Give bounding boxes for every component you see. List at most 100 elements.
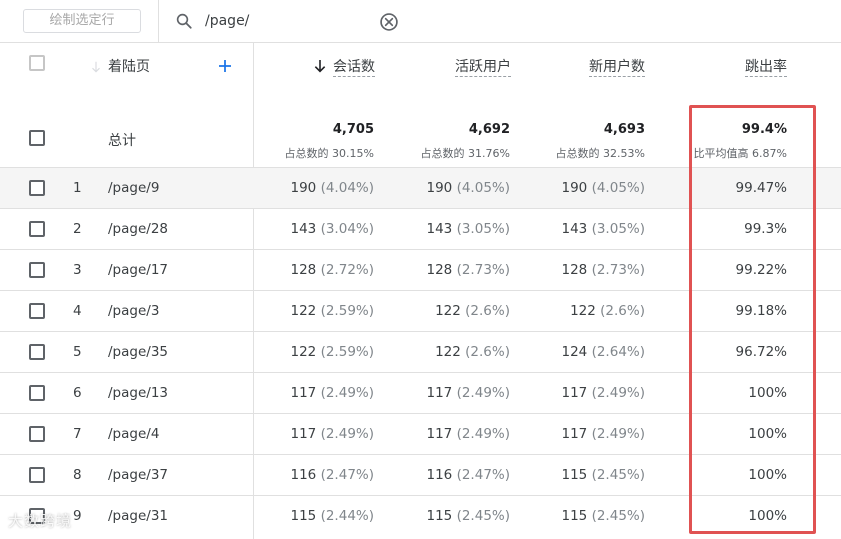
row-index: 2 [73,221,82,237]
row-page[interactable]: /page/4 [108,426,159,442]
new-pct: (4.05%) [591,180,645,196]
table-row[interactable]: 1 /page/9 190 (4.04%) 190 (4.05%) 190 (4… [0,167,841,208]
new-value: 115 [561,467,588,483]
sessions-value: 122 [290,344,317,360]
header-sessions-label: 会话数 [333,59,375,77]
sessions-value: 117 [290,385,317,401]
active-pct: (2.45%) [456,508,510,524]
row-page[interactable]: /page/31 [108,508,168,524]
new-pct: (2.64%) [591,344,645,360]
totals-new-users-sub: 占总数的 32.53% [555,147,645,160]
row-index: 9 [73,508,82,524]
totals-bounce-rate: 99.4% [741,122,787,137]
sessions-pct: (4.04%) [320,180,374,196]
active-pct: (2.6%) [465,344,510,360]
row-new-users: 143 (3.05%) [562,221,646,237]
row-bounce-rate: 100% [748,467,787,483]
sessions-value: 143 [290,221,317,237]
table-row[interactable]: 6 /page/13 117 (2.49%) 117 (2.49%) 117 (… [0,372,841,413]
active-value: 143 [426,221,453,237]
totals-sessions: 4,705 [332,122,374,137]
row-page[interactable]: /page/28 [108,221,168,237]
new-value: 115 [561,508,588,524]
header-active-users-label: 活跃用户 [455,59,511,77]
sort-arrow-faded-icon[interactable] [89,60,103,74]
sessions-pct: (2.59%) [320,303,374,319]
table-row[interactable]: 9 /page/31 115 (2.44%) 115 (2.45%) 115 (… [0,495,841,536]
active-value: 115 [426,508,453,524]
row-page[interactable]: /page/17 [108,262,168,278]
active-value: 190 [426,180,453,196]
row-page[interactable]: /page/13 [108,385,168,401]
select-all-checkbox[interactable] [29,55,45,71]
toolbar-divider [158,0,159,43]
row-checkbox[interactable] [29,467,45,483]
table-row[interactable]: 8 /page/37 116 (2.47%) 116 (2.47%) 115 (… [0,454,841,495]
table-row[interactable]: 7 /page/4 117 (2.49%) 117 (2.49%) 117 (2… [0,413,841,454]
row-index: 6 [73,385,82,401]
new-pct: (2.6%) [600,303,645,319]
search-input[interactable] [205,10,365,32]
row-checkbox[interactable] [29,180,45,196]
sessions-value: 117 [290,426,317,442]
sessions-pct: (2.44%) [320,508,374,524]
row-checkbox[interactable] [29,303,45,319]
header-new-users[interactable]: 新用户数 [589,56,645,77]
table-row[interactable]: 5 /page/35 122 (2.59%) 122 (2.6%) 124 (2… [0,331,841,372]
active-pct: (2.49%) [456,426,510,442]
row-index: 7 [73,426,82,442]
row-sessions: 117 (2.49%) [291,426,375,442]
row-active-users: 115 (2.45%) [427,508,511,524]
new-pct: (2.45%) [591,508,645,524]
sessions-pct: (3.04%) [320,221,374,237]
totals-bounce-rate-sub: 比平均值高 6.87% [693,147,787,160]
plus-icon[interactable] [217,58,233,74]
row-page[interactable]: /page/37 [108,467,168,483]
toolbar: 绘制选定行 [0,0,841,43]
active-value: 117 [426,426,453,442]
active-pct: (2.49%) [456,385,510,401]
sessions-value: 115 [290,508,317,524]
new-value: 122 [570,303,596,319]
new-pct: (3.05%) [591,221,645,237]
header-sessions[interactable]: 会话数 [333,56,375,77]
table-row[interactable]: 2 /page/28 143 (3.04%) 143 (3.05%) 143 (… [0,208,841,249]
new-value: 124 [561,344,588,360]
row-bounce-rate: 99.18% [735,303,787,319]
row-page[interactable]: /page/35 [108,344,168,360]
row-checkbox[interactable] [29,262,45,278]
active-value: 122 [435,303,461,319]
row-new-users: 190 (4.05%) [562,180,646,196]
row-page[interactable]: /page/9 [108,180,159,196]
watermark: 大数跨境 [8,512,73,530]
clear-icon[interactable] [379,12,399,32]
row-sessions: 115 (2.44%) [291,508,375,524]
row-checkbox[interactable] [29,426,45,442]
row-index: 8 [73,467,82,483]
row-bounce-rate: 99.3% [744,221,787,237]
table-row[interactable]: 3 /page/17 128 (2.72%) 128 (2.73%) 128 (… [0,249,841,290]
totals-checkbox[interactable] [29,130,45,146]
row-checkbox[interactable] [29,385,45,401]
row-active-users: 128 (2.73%) [427,262,511,278]
sessions-pct: (2.47%) [320,467,374,483]
table-row[interactable]: 4 /page/3 122 (2.59%) 122 (2.6%) 122 (2.… [0,290,841,331]
row-page[interactable]: /page/3 [108,303,159,319]
sessions-value: 128 [290,262,317,278]
arrow-down-icon[interactable] [312,58,328,74]
totals-label: 总计 [108,133,136,149]
row-checkbox[interactable] [29,344,45,360]
sessions-pct: (2.59%) [320,344,374,360]
header-bounce-rate[interactable]: 跳出率 [745,56,787,77]
draw-selected-rows-button[interactable]: 绘制选定行 [23,9,141,33]
row-index: 5 [73,344,82,360]
active-pct: (2.73%) [456,262,510,278]
sessions-value: 116 [290,467,317,483]
header-active-users[interactable]: 活跃用户 [455,56,511,77]
row-checkbox[interactable] [29,221,45,237]
header-landing-page[interactable]: 着陆页 [108,56,150,76]
sessions-pct: (2.72%) [320,262,374,278]
row-bounce-rate: 100% [748,508,787,524]
row-active-users: 143 (3.05%) [427,221,511,237]
sessions-value: 190 [290,180,317,196]
